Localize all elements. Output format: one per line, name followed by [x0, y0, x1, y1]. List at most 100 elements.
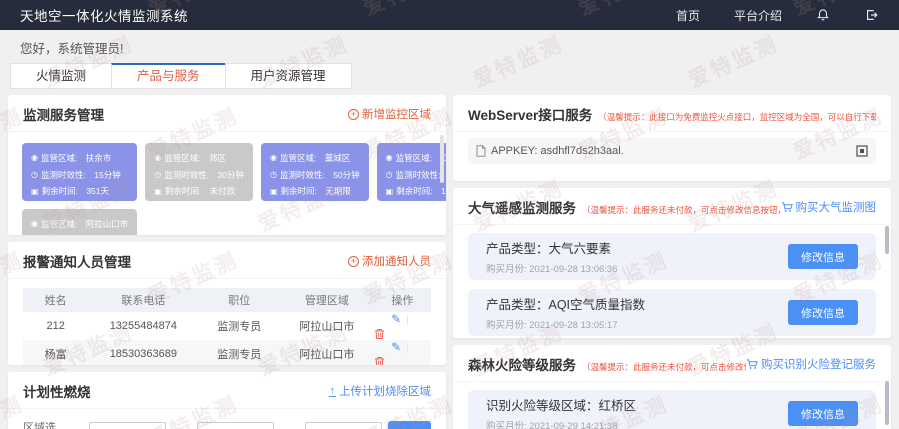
- pin-icon: ◉: [386, 150, 393, 166]
- atmosphere-panel-title: 大气遥感监测服务: [468, 197, 576, 217]
- buy-atmosphere-label: 购买大气监测图: [796, 199, 877, 215]
- shield-icon: ▣: [270, 184, 278, 200]
- forest-panel-title: 森林火险等级服务: [468, 354, 576, 374]
- topbar: 天地空一体化火情监测系统 首页 平台介绍: [0, 0, 899, 30]
- edit-icon[interactable]: ✎: [391, 340, 401, 354]
- timeliness-value: 15分钟: [94, 167, 120, 184]
- region-label: 监管区域:: [41, 150, 77, 167]
- monitor-card[interactable]: ◉监管区域: 阿拉山口市 ◷监测时效性: 15分钟: [22, 209, 137, 235]
- cell-region: 阿拉山口市: [280, 340, 374, 365]
- remaining-value: 未付款: [210, 183, 236, 200]
- tab-products-services[interactable]: 产品与服务: [111, 63, 226, 89]
- county-select[interactable]: 请选择 ▼: [305, 422, 382, 429]
- right-column: WebServer接口服务 （温馨提示：此接口为免费监控火点接口，监控区域为全国…: [453, 95, 891, 429]
- purchase-date: 购买月份: 2021-09-29 14:21:38: [486, 418, 636, 429]
- province-select[interactable]: 请选择 ▼: [89, 422, 166, 429]
- monitor-card[interactable]: ◉监管区域: 扶余市 ◷监测时效性: 15分钟 ▣剩余时间: 351天: [22, 143, 137, 201]
- tab-user-resources[interactable]: 用户资源管理: [225, 63, 352, 89]
- scrollbar-thumb[interactable]: [885, 381, 889, 425]
- monitor-card[interactable]: ◉监管区域: 藁城区 ◷监测时效性: 50分钟 ▣剩余时间: 无期限: [261, 143, 369, 201]
- appkey-value: APPKEY: asdhfl7ds2h3aal.: [491, 145, 624, 157]
- add-monitor-region-link[interactable]: + 新增监控区域: [348, 106, 431, 122]
- table-header-row: 姓名 联系电话 职位 管理区域 操作: [23, 288, 431, 312]
- scrollbar-thumb[interactable]: [885, 226, 889, 254]
- delete-icon[interactable]: [374, 328, 431, 340]
- burn-panel-title: 计划性燃烧: [23, 381, 91, 401]
- upload-icon: ↑: [329, 386, 337, 397]
- app-title: 天地空一体化火情监测系统: [20, 5, 188, 25]
- monitor-panel-title: 监测服务管理: [23, 104, 104, 124]
- region-value: 扶余市: [86, 150, 112, 167]
- atmosphere-card-list: 产品类型：大气六要素 购买月份: 2021-09-28 13:06:36 修改信…: [453, 225, 891, 336]
- cell-name: 212: [23, 312, 88, 340]
- clock-icon: ◷: [154, 167, 161, 183]
- query-button[interactable]: 查询: [388, 421, 431, 429]
- modify-info-button[interactable]: 修改信息: [788, 244, 858, 269]
- table-row: 212 13255484874 监测专员 阿拉山口市 ✎|: [23, 312, 431, 340]
- table-row: 杨富 18530363689 监测专员 阿拉山口市 ✎|: [23, 340, 431, 365]
- timeliness-label: 监测时效性:: [164, 167, 209, 184]
- alarm-notify-panel: 报警通知人员管理 + 添加通知人员 姓名 联系电话 职位 管理区域 操作: [8, 242, 446, 365]
- tab-fire-monitoring[interactable]: 火情监测: [10, 63, 112, 89]
- edit-icon[interactable]: ✎: [391, 312, 401, 326]
- document-icon: [476, 145, 486, 157]
- cart-icon: [746, 359, 758, 370]
- scrollbar-thumb[interactable]: [440, 135, 444, 183]
- product-type: 产品类型：AQI空气质量指数: [486, 294, 645, 313]
- region-value: 郊区: [209, 150, 226, 167]
- main-tabs: 火情监测 产品与服务 用户资源管理: [10, 63, 899, 89]
- remaining-label: 剩余时间:: [165, 183, 201, 200]
- remaining-value: 351天: [86, 183, 109, 200]
- main-content: 监测服务管理 + 新增监控区域 ◉监管区域: 扶余市 ◷监测时效性: 15分钟 …: [0, 95, 899, 429]
- buy-forest-link[interactable]: 购买识别火险登记服务: [746, 356, 876, 372]
- delete-icon[interactable]: [374, 356, 431, 365]
- scan-copy-icon[interactable]: [856, 145, 868, 157]
- atmosphere-panel: 大气遥感监测服务 （温馨提示：此服务还未付款，可点击修改信息按钮，进行信息修改或…: [453, 188, 891, 338]
- notify-panel-title: 报警通知人员管理: [23, 251, 131, 271]
- bell-icon[interactable]: [816, 8, 830, 22]
- upload-burn-region-label: 上传计划烧除区域: [339, 383, 431, 399]
- logout-icon[interactable]: [864, 8, 879, 22]
- timeliness-label: 监测时效性:: [41, 233, 86, 235]
- shield-icon: ▣: [31, 184, 39, 200]
- clock-icon: ◷: [386, 167, 393, 183]
- appkey-box: APPKEY: asdhfl7ds2h3aal.: [468, 138, 876, 164]
- product-type: 产品类型：大气六要素: [486, 238, 618, 257]
- pin-icon: ◉: [154, 150, 161, 166]
- monitor-card[interactable]: ◉监管区域: 红桥区 ◷监测时效性: 15分钟 ▣剩余时间: 165天: [377, 143, 446, 201]
- timeliness-label: 监测时效性:: [41, 167, 86, 184]
- burn-filter-form: 区域选择 省 请选择 ▼ 市 请选择 ▼ 县 请选择 ▼ 查询: [8, 409, 446, 429]
- city-select[interactable]: 请选择 ▼: [197, 422, 274, 429]
- add-monitor-region-label: 新增监控区域: [362, 106, 431, 122]
- remaining-label: 剩余时间:: [42, 183, 78, 200]
- product-card: 识别火险等级区域：红桥区 购买月份: 2021-09-29 14:21:38 修…: [468, 390, 876, 429]
- cell-phone: 13255484874: [88, 312, 198, 340]
- cart-icon: [781, 202, 793, 213]
- nav-platform-intro[interactable]: 平台介绍: [734, 7, 782, 24]
- forest-hint: （温馨提示：此服务还未付款，可点击修改信息按钮，进行信息修改或查看商务人员电话）: [582, 361, 746, 373]
- planned-burning-panel: 计划性燃烧 ↑ 上传计划烧除区域 区域选择 省 请选择 ▼ 市 请选择 ▼: [8, 372, 446, 429]
- left-column: 监测服务管理 + 新增监控区域 ◉监管区域: 扶余市 ◷监测时效性: 15分钟 …: [8, 95, 446, 429]
- nav-home[interactable]: 首页: [676, 7, 700, 24]
- col-position: 职位: [198, 288, 280, 312]
- shield-icon: ▣: [386, 184, 394, 200]
- shield-icon: ▣: [154, 184, 162, 200]
- buy-atmosphere-link[interactable]: 购买大气监测图: [781, 199, 877, 215]
- purchase-date: 购买月份: 2021-09-28 13:06:36: [486, 261, 618, 275]
- monitor-card[interactable]: ◉监管区域: 郊区 ◷监测时效性: 30分钟 ▣剩余时间: 未付款: [145, 143, 253, 201]
- product-card: 产品类型：AQI空气质量指数 购买月份: 2021-09-28 13:05:17…: [468, 289, 876, 336]
- upload-burn-region-link[interactable]: ↑ 上传计划烧除区域: [329, 383, 432, 399]
- region-label: 监管区域:: [164, 150, 200, 167]
- cell-position: 监测专员: [198, 312, 280, 340]
- remaining-label: 剩余时间:: [396, 183, 432, 200]
- region-label: 监管区域:: [280, 150, 316, 167]
- product-type: 识别火险等级区域：红桥区: [486, 395, 636, 414]
- timeliness-label: 监测时效性:: [396, 167, 441, 184]
- timeliness-value: 50分钟: [333, 167, 359, 184]
- cell-position: 监测专员: [198, 340, 280, 365]
- region-value: 阿拉山口市: [86, 216, 129, 233]
- add-notify-person-link[interactable]: + 添加通知人员: [348, 253, 431, 269]
- modify-info-button[interactable]: 修改信息: [788, 401, 858, 426]
- topbar-nav: 首页 平台介绍: [676, 7, 879, 24]
- modify-info-button[interactable]: 修改信息: [788, 300, 858, 325]
